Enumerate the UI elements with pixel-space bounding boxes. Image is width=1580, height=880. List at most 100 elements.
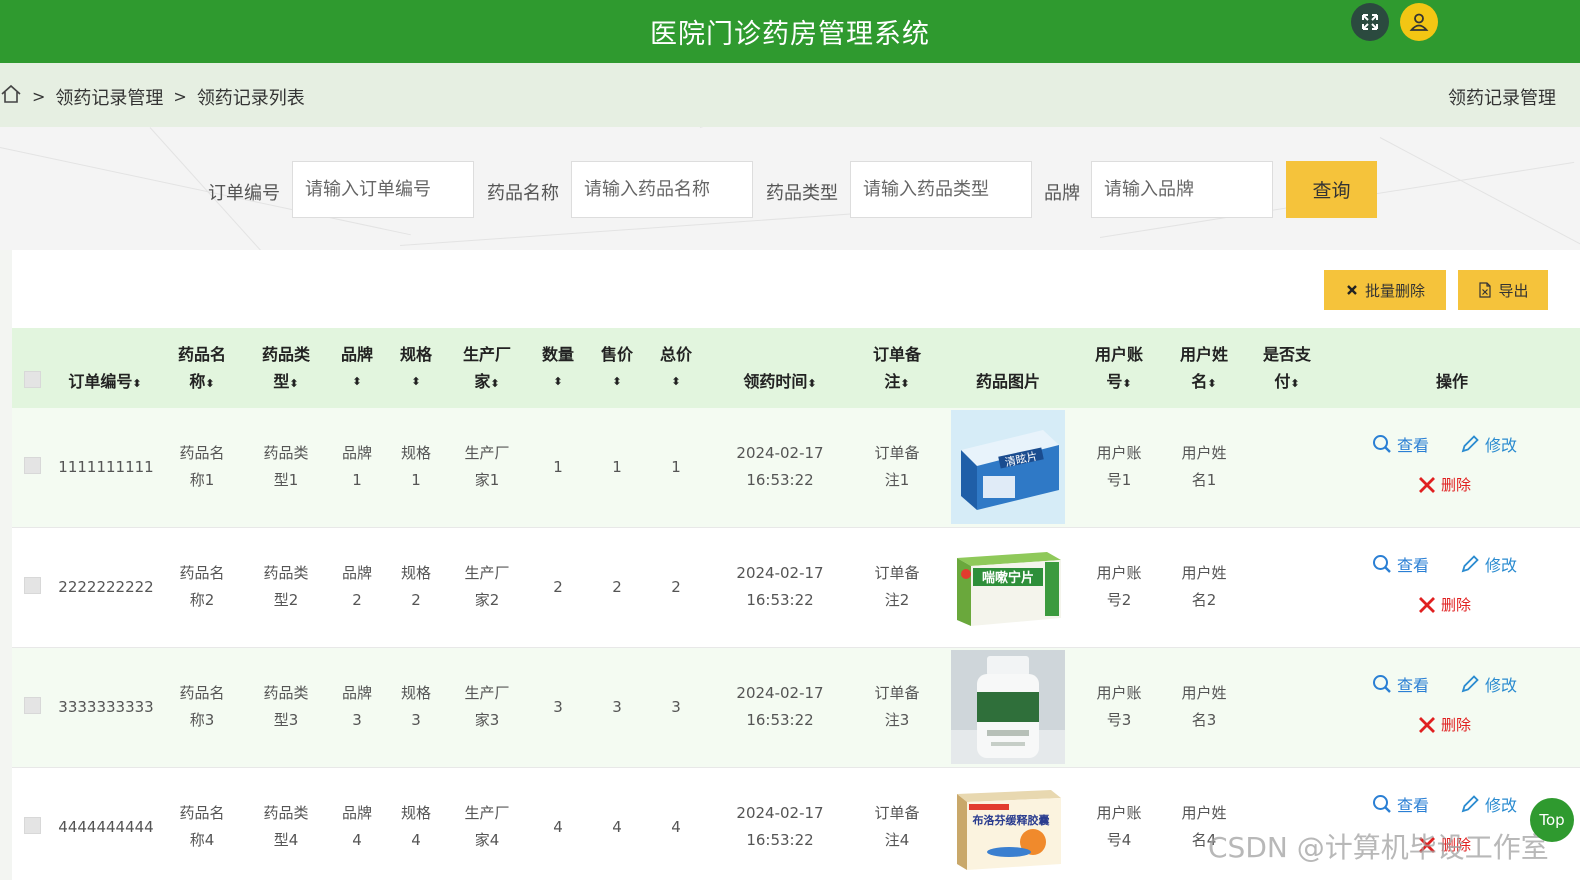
th-brand[interactable]: 品牌 ⬍ bbox=[332, 341, 382, 395]
brand-label: 品牌 bbox=[1044, 183, 1080, 204]
svg-text:喘嗽宁片: 喘嗽宁片 bbox=[982, 570, 1034, 586]
cell-total: 3 bbox=[671, 698, 681, 716]
drug-image[interactable]: 布洛芬缓释胶囊 bbox=[951, 770, 1065, 880]
edit-button[interactable]: 修改 bbox=[1460, 672, 1517, 696]
row-checkbox[interactable] bbox=[24, 817, 41, 834]
th-image: 药品图片 bbox=[975, 372, 1040, 391]
edit-label: 修改 bbox=[1485, 436, 1518, 455]
delete-button[interactable]: 删除 bbox=[1418, 714, 1471, 735]
cell-price: 1 bbox=[612, 458, 622, 476]
batch-delete-button[interactable]: 批量删除 bbox=[1324, 270, 1446, 310]
th-time[interactable]: 领药时间⬍ bbox=[725, 368, 835, 397]
table-row: 2222222222 药品名 称2 药品类 型2 品牌 2 规格 2 生产厂 家2 2 2… bbox=[12, 528, 1580, 648]
th-paid[interactable]: 是否支 付⬍ bbox=[1257, 341, 1317, 397]
pencil-icon bbox=[1461, 555, 1479, 573]
cell-total: 4 bbox=[671, 818, 681, 836]
cell-price: 2 bbox=[612, 578, 622, 596]
cell-total: 1 bbox=[671, 458, 681, 476]
drug-name-input[interactable] bbox=[571, 161, 753, 218]
pencil-icon bbox=[1461, 435, 1479, 453]
cell-order-no: 4444444444 bbox=[58, 818, 154, 836]
back-to-top-button[interactable]: Top bbox=[1530, 798, 1574, 842]
row-checkbox[interactable] bbox=[24, 697, 41, 714]
close-icon bbox=[1419, 476, 1435, 493]
edit-button[interactable]: 修改 bbox=[1460, 792, 1517, 816]
cell-time: 2024-02-17 16:53:22 bbox=[736, 684, 824, 729]
cell-spec: 规格 1 bbox=[400, 444, 431, 489]
cell-remark: 订单备 注3 bbox=[874, 684, 920, 729]
view-button[interactable]: 查看 bbox=[1372, 552, 1429, 576]
home-icon[interactable] bbox=[0, 83, 22, 110]
cell-drug-name: 药品名 称2 bbox=[179, 564, 225, 609]
cell-time: 2024-02-17 16:53:22 bbox=[736, 804, 824, 849]
drug-image[interactable] bbox=[951, 650, 1065, 764]
search-icon bbox=[1373, 795, 1391, 813]
th-maker[interactable]: 生产厂 家⬍ bbox=[457, 341, 517, 397]
drug-type-input[interactable] bbox=[850, 161, 1032, 218]
view-label: 查看 bbox=[1397, 796, 1430, 815]
th-drug-type[interactable]: 药品类 型⬍ bbox=[256, 341, 316, 397]
cell-price: 3 bbox=[612, 698, 622, 716]
expand-icon[interactable] bbox=[1351, 3, 1389, 41]
cell-order-no: 1111111111 bbox=[58, 458, 154, 476]
drug-type-label: 药品类型 bbox=[766, 183, 838, 204]
close-icon bbox=[1419, 596, 1435, 613]
top-header: 医院门诊药房管理系统 bbox=[0, 0, 1580, 63]
view-button[interactable]: 查看 bbox=[1372, 672, 1429, 696]
row-checkbox[interactable] bbox=[24, 457, 41, 474]
drug-image[interactable]: 清眩片 bbox=[951, 410, 1065, 524]
th-drug-name[interactable]: 药品名 称⬍ bbox=[172, 341, 232, 397]
cell-drug-type: 药品类 型4 bbox=[263, 804, 309, 849]
row-checkbox[interactable] bbox=[24, 577, 41, 594]
cell-time: 2024-02-17 16:53:22 bbox=[736, 444, 824, 489]
th-price[interactable]: 售价 ⬍ bbox=[592, 341, 642, 395]
order-no-label: 订单编号 bbox=[208, 183, 280, 204]
edit-label: 修改 bbox=[1485, 556, 1518, 575]
drug-image[interactable]: 喘嗽宁片 bbox=[951, 530, 1065, 644]
search-icon bbox=[1373, 675, 1391, 693]
th-order-no[interactable]: 订单编号⬍ bbox=[50, 368, 160, 397]
search-icon bbox=[1373, 555, 1391, 573]
th-total[interactable]: 总价 ⬍ bbox=[651, 341, 701, 395]
cell-account: 用户账 号4 bbox=[1096, 804, 1142, 849]
th-account[interactable]: 用户账 号⬍ bbox=[1089, 341, 1149, 397]
view-button[interactable]: 查看 bbox=[1372, 432, 1429, 456]
user-icon[interactable] bbox=[1400, 3, 1438, 41]
cell-maker: 生产厂 家2 bbox=[464, 564, 510, 609]
cell-drug-type: 药品类 型1 bbox=[263, 444, 309, 489]
delete-button[interactable]: 删除 bbox=[1418, 594, 1471, 615]
edit-button[interactable]: 修改 bbox=[1460, 432, 1517, 456]
cell-account: 用户账 号1 bbox=[1096, 444, 1142, 489]
cell-qty: 3 bbox=[553, 698, 563, 716]
view-button[interactable]: 查看 bbox=[1372, 792, 1429, 816]
select-all-checkbox[interactable] bbox=[24, 371, 41, 388]
cell-brand: 品牌 2 bbox=[341, 564, 372, 609]
edit-button[interactable]: 修改 bbox=[1460, 552, 1517, 576]
export-button[interactable]: 导出 bbox=[1458, 270, 1548, 310]
edit-label: 修改 bbox=[1485, 676, 1518, 695]
delete-button[interactable]: 删除 bbox=[1418, 474, 1471, 495]
delete-label: 删除 bbox=[1441, 716, 1472, 734]
batch-delete-label: 批量删除 bbox=[1364, 281, 1425, 300]
brand-input[interactable] bbox=[1091, 161, 1273, 218]
cell-spec: 规格 4 bbox=[400, 804, 431, 849]
th-qty[interactable]: 数量 ⬍ bbox=[533, 341, 583, 395]
table-row: 1111111111 药品名 称1 药品类 型1 品牌 1 规格 1 生产厂 家1 1 1… bbox=[12, 408, 1580, 528]
th-spec[interactable]: 规格 ⬍ bbox=[391, 341, 441, 395]
th-username[interactable]: 用户姓 名⬍ bbox=[1174, 341, 1234, 397]
svg-text:布洛芬缓释胶囊: 布洛芬缓释胶囊 bbox=[973, 813, 1051, 827]
search-button[interactable]: 查询 bbox=[1286, 161, 1377, 218]
drug-name-label: 药品名称 bbox=[487, 183, 559, 204]
order-no-input[interactable] bbox=[292, 161, 474, 218]
pencil-icon bbox=[1461, 795, 1479, 813]
breadcrumb-item-manage[interactable]: 领药记录管理 bbox=[55, 84, 163, 110]
cell-qty: 1 bbox=[553, 458, 563, 476]
th-ops: 操作 bbox=[1435, 372, 1468, 391]
breadcrumb-separator: > bbox=[32, 87, 46, 106]
cell-username: 用户姓 名3 bbox=[1181, 684, 1227, 729]
view-label: 查看 bbox=[1397, 436, 1430, 455]
cell-price: 4 bbox=[612, 818, 622, 836]
breadcrumb-item-list: 领药记录列表 bbox=[196, 87, 305, 109]
th-remark[interactable]: 订单备 注⬍ bbox=[867, 341, 927, 397]
cell-total: 2 bbox=[671, 578, 681, 596]
